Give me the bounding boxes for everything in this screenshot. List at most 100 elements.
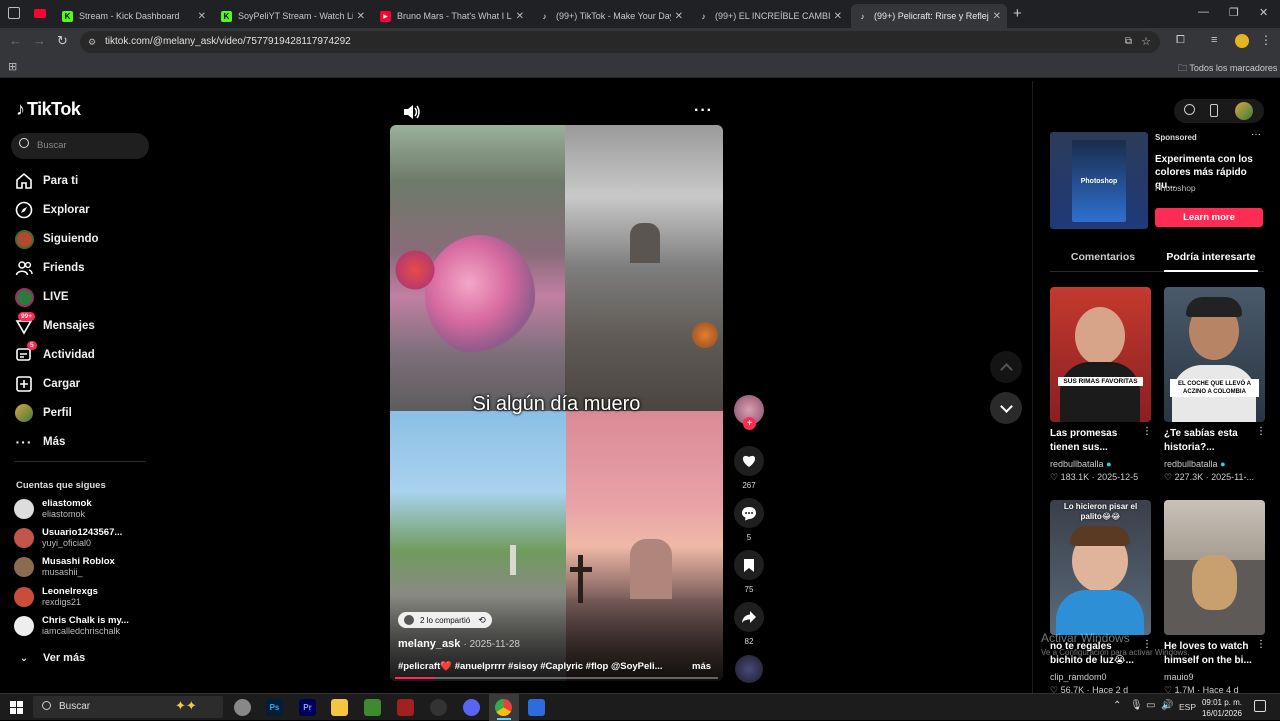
file-explorer-icon[interactable] (331, 699, 348, 716)
video-hashtags[interactable]: #pelicraft❤️ #anuelprrrr #sisoy #Caplyri… (398, 661, 668, 672)
tab-close-icon[interactable]: ✕ (357, 11, 365, 22)
music-disc-button[interactable] (733, 655, 765, 683)
like-button[interactable]: 267 (733, 446, 765, 490)
new-tab-button[interactable]: + (1013, 5, 1022, 22)
video-options-icon[interactable]: ··· (694, 102, 713, 120)
browser-tab[interactable]: K SoyPeliYT Stream - Watch Live ✕ (215, 4, 371, 28)
nav-item-mas[interactable]: ··· Más (14, 432, 66, 452)
tab-close-icon[interactable]: ✕ (834, 11, 842, 22)
browser-tab[interactable]: ▶ Bruno Mars - That's What I Like ✕ (374, 4, 530, 28)
tab-close-icon[interactable]: ✕ (993, 11, 1001, 22)
card-options-icon[interactable]: ⋮ (1142, 426, 1152, 437)
tools-icon[interactable] (1184, 104, 1195, 115)
tiktok-logo[interactable]: ♪ TikTok (16, 99, 81, 120)
apps-grid-icon[interactable]: ⊞ (8, 60, 17, 73)
following-account[interactable]: Usuario1243567... yuyi_oficial0 (14, 527, 122, 549)
browser-tab[interactable]: K Stream - Kick Dashboard ✕ (56, 4, 212, 28)
nav-item-explorar[interactable]: Explorar (14, 200, 90, 220)
taskbar-app-icon[interactable] (528, 699, 545, 716)
suggested-video-card[interactable]: SUS RIMAS FAVORITAS Las promesas tienen … (1050, 287, 1152, 483)
url-field[interactable]: ⚙ tiktok.com/@melany_ask/video/757791942… (80, 31, 1160, 53)
tab-search-icon[interactable] (8, 7, 20, 19)
browser-tab-active[interactable]: ♪ (99+) Pelicraft: Rirse y Reflejarse ✕ (851, 4, 1007, 28)
taskbar-app-icon[interactable] (234, 699, 251, 716)
user-avatar[interactable] (1235, 102, 1253, 120)
language-indicator[interactable]: ESP (1179, 702, 1196, 712)
tab-close-icon[interactable]: ✕ (516, 11, 524, 22)
volume-tray-icon[interactable]: 🔊 (1161, 700, 1173, 711)
back-icon[interactable]: ← (9, 33, 22, 48)
nav-item-live[interactable]: LIVE (14, 287, 69, 307)
reload-icon[interactable]: ↻ (57, 33, 68, 49)
taskbar-search-box[interactable]: Buscar ✦✦ (33, 696, 223, 718)
youtube-pinned-tab-icon[interactable] (34, 9, 46, 18)
nav-item-mensajes[interactable]: 99+ Mensajes (14, 312, 95, 336)
chrome-app-icon[interactable] (495, 699, 512, 716)
minecraft-app-icon[interactable] (364, 699, 381, 716)
media-controls-icon[interactable]: ≡ (1211, 34, 1217, 46)
discord-app-icon[interactable] (463, 699, 480, 716)
following-account[interactable]: Chris Chalk is my... iamcalledchrischalk (14, 615, 129, 637)
learn-more-button[interactable]: Learn more (1155, 208, 1263, 227)
follow-plus-icon[interactable]: + (743, 417, 756, 430)
video-player[interactable]: Si algún día muero 2 lo compartió ⟲ mela… (390, 125, 723, 681)
tab-close-icon[interactable]: ✕ (198, 11, 206, 22)
nav-item-cargar[interactable]: Cargar (14, 374, 80, 394)
device-icon[interactable] (1210, 104, 1218, 117)
tab-close-icon[interactable]: ✕ (675, 11, 683, 22)
creator-avatar-button[interactable]: + (733, 395, 765, 430)
browser-tab[interactable]: ♪ (99+) EL INCREÍBLE CAMBIO DE ✕ (692, 4, 848, 28)
comment-button[interactable]: 5 (733, 498, 765, 542)
minimize-icon[interactable]: — (1198, 6, 1209, 18)
network-icon[interactable]: ▭ (1146, 700, 1155, 711)
nav-item-para-ti[interactable]: Para ti (14, 171, 78, 191)
nav-item-actividad[interactable]: 5 Actividad (14, 341, 95, 365)
taskbar-clock[interactable]: 09:01 p. m. 16/01/2026 (1201, 697, 1243, 719)
close-window-icon[interactable]: ✕ (1259, 6, 1268, 19)
card-options-icon[interactable]: ⋮ (1256, 639, 1266, 650)
notifications-icon[interactable] (1254, 700, 1266, 712)
suggested-video-card[interactable]: Lo hicieron pisar el palito😂😂 no te rega… (1050, 500, 1152, 696)
following-account[interactable]: eliastomok eliastomok (14, 498, 92, 520)
site-info-icon[interactable]: ⚙ (88, 31, 96, 53)
more-description-button[interactable]: más (692, 661, 711, 672)
tab-comentarios[interactable]: Comentarios (1050, 251, 1156, 263)
bookmark-star-icon[interactable]: ☆ (1141, 31, 1151, 53)
see-more-button[interactable]: ⌄ Ver más (14, 648, 85, 668)
previous-video-button[interactable] (990, 351, 1022, 383)
install-app-icon[interactable]: ⧉ (1125, 31, 1132, 53)
browser-tab[interactable]: ♪ (99+) TikTok - Make Your Day ✕ (533, 4, 689, 28)
ad-options-icon[interactable]: ··· (1251, 129, 1261, 140)
forward-icon[interactable]: → (33, 33, 46, 48)
progress-bar[interactable] (395, 677, 718, 679)
nav-item-friends[interactable]: Friends (14, 258, 85, 278)
volume-icon[interactable] (403, 104, 421, 125)
next-video-button[interactable] (990, 392, 1022, 424)
author-name[interactable]: melany_ask (398, 638, 460, 650)
nav-item-siguiendo[interactable]: Siguiendo (14, 229, 99, 249)
suggested-video-card[interactable]: EL COCHE QUE LLEVÓ A ACZINO A COLOMBIA ¿… (1164, 287, 1266, 483)
search-box[interactable]: Buscar (11, 133, 149, 159)
tray-chevron-icon[interactable]: ⌃ (1113, 700, 1121, 711)
obs-app-icon[interactable] (430, 699, 447, 716)
tab-podria-interesarte[interactable]: Podría interesarte (1158, 251, 1264, 263)
profile-avatar[interactable] (1235, 34, 1249, 48)
following-account[interactable]: Leonelrexgs rexdigs21 (14, 586, 98, 608)
photoshop-app-icon[interactable]: Ps (266, 699, 283, 716)
browser-menu-icon[interactable]: ⋮ (1260, 33, 1272, 47)
share-button[interactable]: 82 (733, 602, 765, 646)
windows-start-icon[interactable] (10, 701, 23, 714)
nav-item-perfil[interactable]: Perfil (14, 403, 72, 423)
card-options-icon[interactable]: ⋮ (1256, 426, 1266, 437)
taskbar-app-icon[interactable] (397, 699, 414, 716)
premiere-app-icon[interactable]: Pr (299, 699, 316, 716)
suggested-video-card[interactable]: He loves to watch himself on the bi... ⋮… (1164, 500, 1266, 696)
microphone-icon[interactable]: 🎙 (1130, 700, 1143, 711)
save-button[interactable]: 75 (733, 550, 765, 594)
extensions-icon[interactable]: ⧠ (1176, 34, 1185, 47)
following-account[interactable]: Musashi Roblox musashii_ (14, 556, 115, 578)
search-input[interactable]: Buscar (37, 140, 67, 151)
sponsored-ad[interactable]: Photoshop Sponsored ··· Experimenta con … (1050, 129, 1264, 229)
restore-icon[interactable]: ❐ (1229, 6, 1239, 19)
all-bookmarks-button[interactable]: 🗀 Todos los marcadores (1178, 61, 1277, 77)
